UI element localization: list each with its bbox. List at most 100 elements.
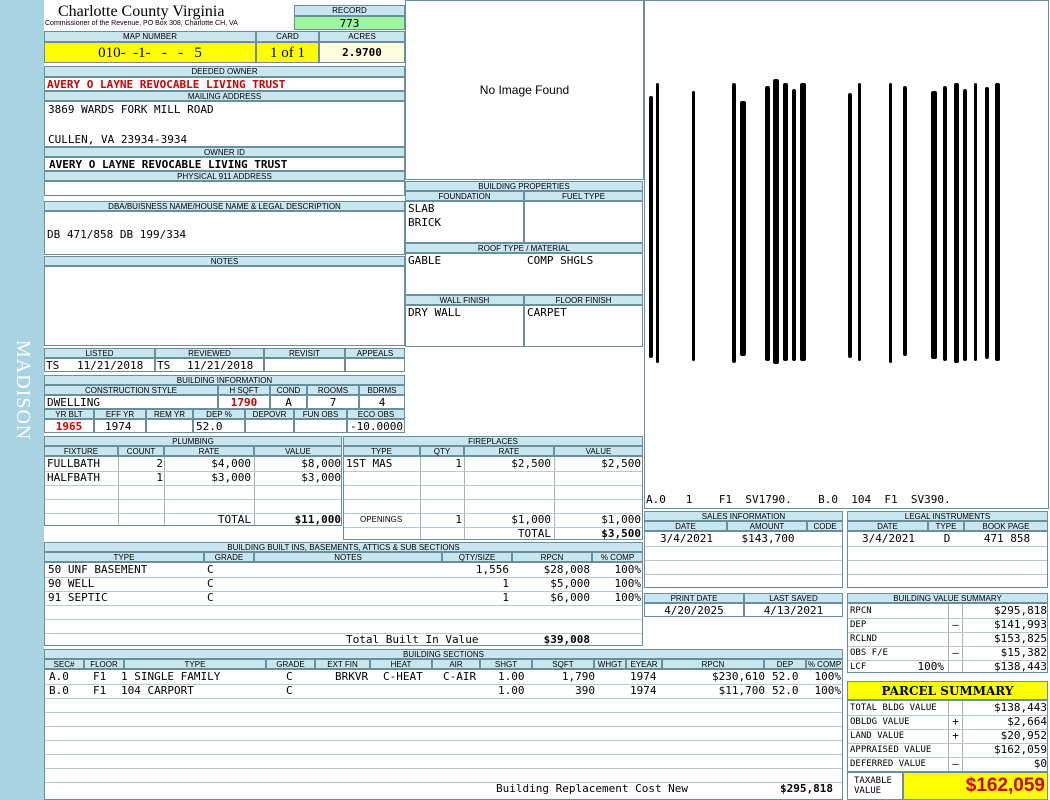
bdrms-label: BDRMS [359, 385, 405, 395]
listed-date: 11/21/2018 [77, 359, 144, 372]
vs-value: $138,443 [994, 660, 1047, 673]
sale-code [808, 532, 844, 546]
fireplace-openings-row: OPENINGS 1 $1,000 $1,000 [344, 513, 642, 528]
sections-col-eyear: EYEAR [626, 659, 662, 669]
listed-by: TS [46, 359, 60, 372]
plumbing-value: $8,000 [301, 457, 341, 470]
section-sec: A.0 [49, 670, 69, 683]
ecoobs: -10.0000 [347, 419, 405, 433]
plumbing-col-fixture: FIXTURE [44, 446, 118, 456]
fireplace-rate: $2,500 [511, 457, 551, 470]
plumbing-count: 2 [156, 457, 163, 470]
ecoobs-label: ECO OBS [347, 409, 405, 419]
parcel-sign [949, 701, 962, 715]
dep-percent: 52.0 [193, 419, 245, 433]
sections-col-type: TYPE [124, 659, 266, 669]
notes-label: NOTES [44, 256, 405, 266]
builtins-col-notes: NOTES [254, 552, 442, 562]
sections-col-floor: FLOOR [84, 659, 124, 669]
parcel-label: LAND VALUE [850, 731, 905, 741]
fireplace-total-row: TOTAL $3,500 [344, 527, 642, 541]
plumbing-col-value: VALUE [254, 446, 342, 456]
mailing-address-line2: CULLEN, VA 23934-3934 [48, 133, 188, 146]
plumbing-value: $3,000 [301, 471, 341, 484]
vs-sign: – [952, 646, 959, 659]
openings-rate: $1,000 [511, 513, 551, 526]
vs-value: $141,993 [994, 618, 1047, 631]
section-dep: 52.0 [772, 684, 799, 697]
vs-value: $295,818 [994, 604, 1047, 617]
builtin-grade: C [207, 591, 214, 604]
rooms-label: ROOMS [307, 385, 359, 395]
parcel-row: TOTAL BLDG VALUE $138,443 [848, 701, 1047, 716]
vs-sign: – [952, 618, 959, 631]
parcel-label: OBLDG VALUE [850, 717, 910, 727]
vs-value: $15,382 [1000, 646, 1047, 659]
sections-col-grade: GRADE [266, 659, 315, 669]
foundation-label: FOUNDATION [405, 191, 524, 201]
building-properties-label: BUILDING PROPERTIES [405, 181, 643, 191]
section-sqft: 1,790 [561, 670, 595, 683]
section-eyear: 1974 [630, 684, 657, 697]
fireplaces-col-rate: RATE [464, 446, 554, 456]
builtin-rpcn: $6,000 [550, 591, 590, 604]
fuel-type-label: FUEL TYPE [524, 191, 643, 201]
funobs-label: FUN OBS [294, 409, 347, 419]
builtins-table: 50 UNF BASEMENT C 1,556 $28,008 100% 90 … [44, 562, 643, 646]
floor-finish-label: FLOOR FINISH [524, 295, 643, 305]
yrblt: 1965 [44, 419, 94, 433]
depovr [245, 419, 294, 433]
sales-info-label: SALES INFORMATION [644, 511, 843, 521]
builtin-qty: 1 [502, 577, 509, 590]
county-title: Charlotte County Virginia [58, 3, 225, 20]
builtin-grade: C [207, 563, 214, 576]
sections-col-heat: HEAT [370, 659, 432, 669]
parcel-label: APPRAISED VALUE [850, 745, 932, 755]
revisit-label: REVISIT [264, 348, 345, 358]
openings-value: $1,000 [601, 513, 641, 526]
hsqft-label: H SQFT [218, 385, 270, 395]
builtin-type: 50 UNF BASEMENT [48, 563, 148, 576]
plumbing-count: 1 [156, 471, 163, 484]
fireplace-type: 1ST MAS [346, 457, 393, 470]
value-summary-row: DEP – $141,993 [848, 618, 1047, 633]
vs-label: DEP [850, 620, 867, 630]
builtins-col-type: TYPE [44, 552, 204, 562]
section-ext: BRKVR [335, 670, 369, 683]
parcel-sign: + [952, 715, 959, 728]
acres-label: ACRES [319, 31, 405, 42]
sales-col-date: DATE [644, 521, 727, 531]
legal-col-bookpage: BOOK PAGE [964, 521, 1048, 531]
section-shgt: 1.00 [498, 684, 525, 697]
vs-sign [949, 604, 962, 618]
mailing-address-label: MAILING ADDRESS [44, 91, 405, 101]
section-rpcn: $230,610 [712, 670, 765, 683]
taxable-label-2: VALUE [854, 786, 882, 796]
floor-finish: CARPET [527, 306, 567, 319]
parcel-sign [949, 743, 962, 757]
construction-style-label: CONSTRUCTION STYLE [44, 385, 218, 395]
sections-col-whgt: WHGT [594, 659, 626, 669]
sections-col-ext: EXT FIN [315, 659, 370, 669]
sections-col-sqft: SQFT [532, 659, 594, 669]
plumbing-total-row: TOTAL $11,000 [45, 513, 341, 527]
sales-table: 3/4/2021 $143,700 [644, 531, 843, 588]
value-summary-label: BUILDING VALUE SUMMARY [847, 593, 1048, 603]
vs-sign [949, 632, 962, 646]
parcel-value: $162,059 [994, 743, 1047, 756]
sales-col-code: CODE [807, 521, 843, 531]
deeded-owner: AVERY O LAYNE REVOCABLE LIVING TRUST [44, 77, 405, 91]
taxable-label-1: TAXABLE [854, 776, 892, 786]
vs-label: LCF [850, 662, 867, 672]
card-number: 1 of 1 [256, 42, 319, 63]
vs-label: RPCN [850, 606, 872, 616]
table-row: B.0 F1 104 CARPORT C 1.00 390 1974 $11,7… [45, 684, 842, 699]
vs-label: OBS F/E [850, 648, 888, 658]
sections-col-comp: % COMP [806, 659, 843, 669]
construction-style: DWELLING [44, 395, 218, 409]
building-sections-label: BUILDING SECTIONS [44, 649, 843, 659]
builtin-comp: 100% [614, 563, 642, 576]
roof-label: ROOF TYPE / MATERIAL [405, 243, 643, 253]
acres-value: 2.9700 [319, 42, 405, 63]
value-summary-table: RPCN $295,818 DEP – $141,993 RCLND $153,… [847, 603, 1048, 673]
